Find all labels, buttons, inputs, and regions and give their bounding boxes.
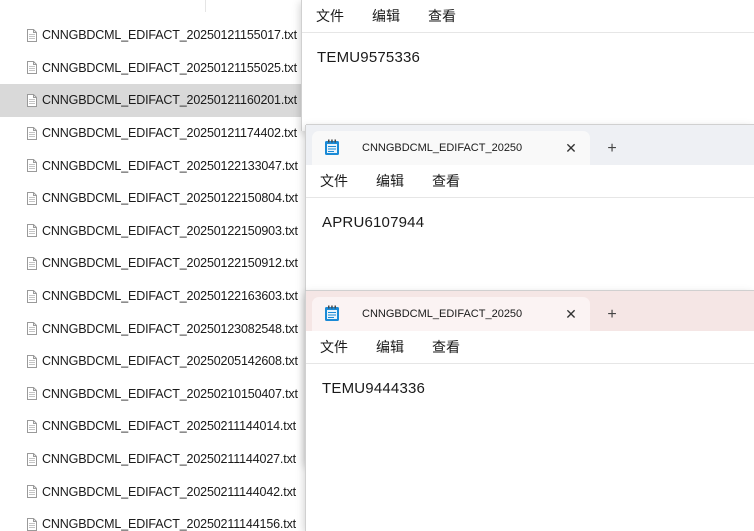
text-file-icon <box>27 126 37 140</box>
file-list-item[interactable]: CNNGBDCML_EDIFACT_20250122150903.txt <box>0 215 302 248</box>
file-name: CNNGBDCML_EDIFACT_20250121155017.txt <box>42 28 297 43</box>
file-name: CNNGBDCML_EDIFACT_20250121160201.txt <box>42 93 297 108</box>
menu-divider <box>306 363 754 364</box>
text-file-icon <box>27 256 37 270</box>
notepad-icon <box>325 139 339 155</box>
text-file-icon <box>27 452 37 466</box>
file-list-item[interactable]: CNNGBDCML_EDIFACT_20250122150912.txt <box>0 247 302 280</box>
file-list-item[interactable]: CNNGBDCML_EDIFACT_20250121155025.txt <box>0 52 302 85</box>
text-file-icon <box>27 224 37 238</box>
file-list-item[interactable]: CNNGBDCML_EDIFACT_20250211144042.txt <box>0 475 302 508</box>
title-bar[interactable]: CNNGBDCML_EDIFACT_2025012115 ✕ + <box>306 125 754 165</box>
file-list-item[interactable]: CNNGBDCML_EDIFACT_20250122133047.txt <box>0 149 302 182</box>
menu-view[interactable]: 查看 <box>432 171 460 191</box>
text-editor[interactable]: TEMU9444336 <box>322 380 425 397</box>
new-tab-icon[interactable]: + <box>602 305 622 325</box>
file-name: CNNGBDCML_EDIFACT_20250211144042.txt <box>42 484 296 499</box>
close-tab-icon[interactable]: ✕ <box>562 139 580 157</box>
file-name: CNNGBDCML_EDIFACT_20250122163603.txt <box>42 289 298 304</box>
file-name: CNNGBDCML_EDIFACT_20250122150804.txt <box>42 191 298 206</box>
menu-file[interactable]: 文件 <box>320 337 348 357</box>
file-list-item[interactable]: CNNGBDCML_EDIFACT_20250211144027.txt <box>0 443 302 476</box>
menu-edit[interactable]: 编辑 <box>376 171 404 191</box>
file-name: CNNGBDCML_EDIFACT_20250211144156.txt <box>42 517 296 531</box>
menu-bar: 文件 编辑 查看 <box>302 0 754 32</box>
text-file-icon <box>27 159 37 173</box>
file-name: CNNGBDCML_EDIFACT_20250122150912.txt <box>42 256 298 271</box>
file-name: CNNGBDCML_EDIFACT_20250123082548.txt <box>42 321 298 336</box>
column-divider[interactable] <box>205 0 206 12</box>
text-editor[interactable]: TEMU9575336 <box>317 49 420 66</box>
file-name: CNNGBDCML_EDIFACT_20250121174402.txt <box>42 126 297 141</box>
file-list-item[interactable]: CNNGBDCML_EDIFACT_20250121155017.txt <box>0 19 302 52</box>
menu-edit[interactable]: 编辑 <box>376 337 404 357</box>
menu-edit[interactable]: 编辑 <box>372 6 400 26</box>
menu-file[interactable]: 文件 <box>320 171 348 191</box>
text-file-icon <box>27 485 37 499</box>
text-file-icon <box>27 387 37 401</box>
tab-title: CNNGBDCML_EDIFACT_2025012115 <box>362 142 522 154</box>
menu-bar: 文件 编辑 查看 <box>306 331 754 363</box>
notepad-window: 文件 编辑 查看 TEMU9575336 <box>302 0 754 131</box>
title-bar[interactable]: CNNGBDCML_EDIFACT_2025012116 ✕ + <box>306 291 754 331</box>
file-list-item[interactable]: CNNGBDCML_EDIFACT_20250211144156.txt <box>0 508 302 531</box>
menu-divider <box>306 197 754 198</box>
text-file-icon <box>27 289 37 303</box>
file-name: CNNGBDCML_EDIFACT_20250211144027.txt <box>42 452 296 467</box>
new-tab-icon[interactable]: + <box>602 139 622 159</box>
text-file-icon <box>27 322 37 336</box>
notepad-window-active: CNNGBDCML_EDIFACT_2025012116 ✕ + 文件 编辑 查… <box>306 291 754 531</box>
tab-title: CNNGBDCML_EDIFACT_2025012116 <box>362 308 522 320</box>
notepad-icon <box>325 305 339 321</box>
menu-file[interactable]: 文件 <box>316 6 344 26</box>
file-list-item[interactable]: CNNGBDCML_EDIFACT_20250122150804.txt <box>0 182 302 215</box>
explorer-column-header <box>0 0 302 16</box>
file-name: CNNGBDCML_EDIFACT_20250211144014.txt <box>42 419 296 434</box>
file-name: CNNGBDCML_EDIFACT_20250122150903.txt <box>42 223 298 238</box>
file-name: CNNGBDCML_EDIFACT_20250205142608.txt <box>42 354 298 369</box>
text-editor[interactable]: APRU6107944 <box>322 214 424 231</box>
menu-view[interactable]: 查看 <box>432 337 460 357</box>
file-name: CNNGBDCML_EDIFACT_20250121155025.txt <box>42 60 297 75</box>
text-file-icon <box>27 517 37 531</box>
file-list-item[interactable]: CNNGBDCML_EDIFACT_20250205142608.txt <box>0 345 302 378</box>
text-file-icon <box>27 61 37 75</box>
file-list-item[interactable]: CNNGBDCML_EDIFACT_20250210150407.txt <box>0 378 302 411</box>
menu-divider <box>302 32 754 33</box>
file-list: CNNGBDCML_EDIFACT_20250121155017.txt CNNG… <box>0 19 302 531</box>
text-file-icon <box>27 419 37 433</box>
text-file-icon <box>27 93 37 107</box>
tab-document[interactable]: CNNGBDCML_EDIFACT_2025012115 ✕ <box>312 131 590 165</box>
file-list-item[interactable]: CNNGBDCML_EDIFACT_20250122163603.txt <box>0 280 302 313</box>
file-name: CNNGBDCML_EDIFACT_20250210150407.txt <box>42 386 298 401</box>
file-name: CNNGBDCML_EDIFACT_20250122133047.txt <box>42 158 298 173</box>
menu-bar: 文件 编辑 查看 <box>306 165 754 197</box>
text-file-icon <box>27 354 37 368</box>
file-list-item[interactable]: CNNGBDCML_EDIFACT_20250211144014.txt <box>0 410 302 443</box>
text-file-icon <box>27 191 37 205</box>
menu-view[interactable]: 查看 <box>428 6 456 26</box>
file-list-item[interactable]: CNNGBDCML_EDIFACT_20250121160201.txt <box>0 84 302 117</box>
tab-document[interactable]: CNNGBDCML_EDIFACT_2025012116 ✕ <box>312 297 590 331</box>
file-explorer: CNNGBDCML_EDIFACT_20250121155017.txt CNNG… <box>0 0 302 531</box>
text-file-icon <box>27 28 37 42</box>
file-list-item[interactable]: CNNGBDCML_EDIFACT_20250123082548.txt <box>0 312 302 345</box>
close-tab-icon[interactable]: ✕ <box>562 305 580 323</box>
file-list-item[interactable]: CNNGBDCML_EDIFACT_20250121174402.txt <box>0 117 302 150</box>
